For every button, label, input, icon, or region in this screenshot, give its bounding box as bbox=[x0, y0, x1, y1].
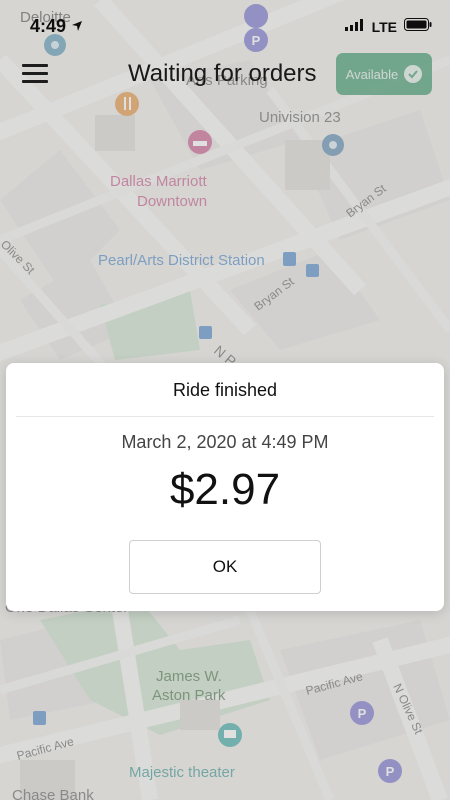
dialog-title: Ride finished bbox=[172, 380, 278, 400]
ride-finished-dialog: Ride finished March 2, 2020 at 4:49 PM $… bbox=[6, 363, 444, 611]
ok-button[interactable]: OK bbox=[129, 540, 321, 594]
dialog-divider bbox=[16, 416, 434, 417]
ride-amount: $2.97 bbox=[169, 465, 281, 514]
ride-date: March 2, 2020 at 4:49 PM bbox=[121, 432, 329, 452]
